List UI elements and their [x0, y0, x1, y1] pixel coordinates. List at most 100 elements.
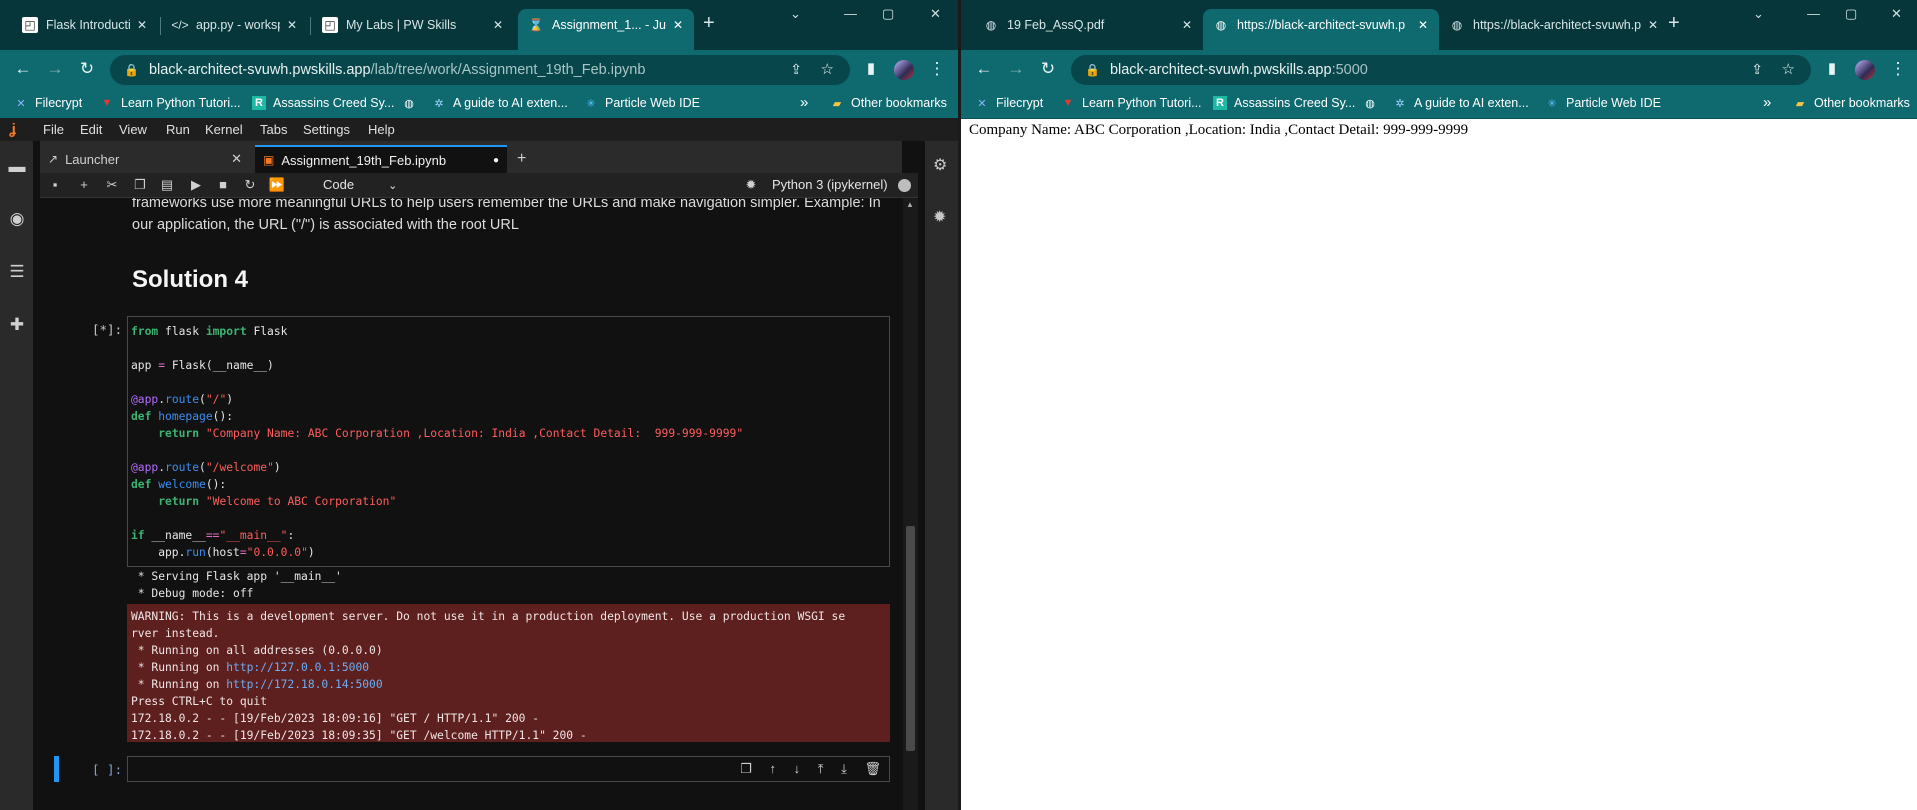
browser-tab[interactable]: ◍ 19 Feb_AssQ.pdf ✕ — [973, 9, 1203, 41]
unsaved-dot-icon[interactable]: ● — [493, 155, 499, 166]
reload-icon[interactable]: ↻ — [1037, 59, 1059, 79]
bookmark-item[interactable]: R Assassins Creed Sy... — [252, 96, 394, 110]
close-window-button[interactable]: ✕ — [1891, 6, 1902, 22]
insert-below-icon[interactable]: ⤓ — [841, 761, 847, 776]
copy-icon[interactable]: ❐ — [131, 177, 149, 193]
scroll-up-arrow-icon[interactable]: ▲ — [906, 200, 914, 209]
property-inspector-gear-icon[interactable]: ⚙ — [933, 155, 947, 175]
bookmark-item[interactable]: ◍ — [1363, 96, 1384, 110]
menu-kernel[interactable]: Kernel — [205, 122, 243, 137]
close-tab-icon[interactable]: ✕ — [1647, 18, 1659, 32]
move-up-icon[interactable]: ↑ — [769, 761, 776, 776]
avatar[interactable] — [1855, 60, 1875, 80]
minimize-button[interactable]: — — [1807, 6, 1820, 21]
code-cell[interactable]: from flask import Flask app = Flask(__na… — [127, 316, 890, 567]
maximize-button[interactable]: ▢ — [1845, 6, 1857, 22]
insert-above-icon[interactable]: ⤒ — [818, 761, 824, 776]
bookmark-item[interactable]: ✲ A guide to AI exten... — [432, 96, 567, 110]
menu-run[interactable]: Run — [166, 122, 190, 137]
debugger-bug-icon[interactable]: ✹ — [933, 207, 946, 227]
bookmark-item[interactable]: ▼ Learn Python Tutori... — [1061, 96, 1202, 110]
cut-icon[interactable]: ✂ — [103, 177, 121, 193]
side-panel-icon[interactable]: ▮ — [860, 59, 882, 77]
fast-forward-icon[interactable]: ⏩ — [268, 177, 286, 193]
close-tab-icon[interactable]: ✕ — [136, 18, 148, 32]
bookmark-star-icon[interactable]: ☆ — [821, 60, 834, 78]
minimize-button[interactable]: — — [844, 6, 857, 21]
browser-tab-active[interactable]: ⌛ Assignment_1... - Ju ✕ — [518, 9, 694, 50]
close-window-button[interactable]: ✕ — [930, 6, 941, 22]
menu-tabs[interactable]: Tabs — [260, 122, 287, 137]
paste-icon[interactable]: ▤ — [158, 177, 176, 193]
close-tab-icon[interactable]: ✕ — [231, 151, 242, 167]
maximize-button[interactable]: ▢ — [882, 6, 894, 22]
bookmark-item[interactable]: ✕ Filecrypt — [14, 96, 82, 110]
menu-edit[interactable]: Edit — [80, 122, 102, 137]
menu-settings[interactable]: Settings — [303, 122, 350, 137]
scroll-thumb[interactable] — [906, 526, 915, 751]
browser-tab-active[interactable]: ◍ https://black-architect-svuwh.p ✕ — [1203, 9, 1439, 50]
table-of-contents-icon[interactable]: ☰ — [7, 262, 27, 282]
debug-bug-icon[interactable]: ✹ — [742, 177, 760, 193]
close-tab-icon[interactable]: ✕ — [286, 18, 298, 32]
side-panel-icon[interactable]: ▮ — [1821, 59, 1843, 77]
close-tab-icon[interactable]: ✕ — [672, 18, 684, 32]
bookmark-item[interactable]: ◍ — [402, 96, 423, 110]
forward-icon[interactable]: → — [1005, 59, 1027, 79]
address-bar[interactable]: 🔒 black-architect-svuwh.pwskills.app/lab… — [110, 55, 850, 85]
other-bookmarks[interactable]: ▰ Other bookmarks — [1793, 96, 1910, 110]
server-link[interactable]: http://127.0.0.1:5000 — [226, 661, 369, 674]
browser-tab[interactable]: </> app.py - workspace ✕ — [162, 9, 308, 41]
bookmark-item[interactable]: ▼ Learn Python Tutori... — [100, 96, 241, 110]
close-tab-icon[interactable]: ✕ — [1181, 18, 1193, 32]
restart-icon[interactable]: ↻ — [241, 177, 259, 193]
tab-notebook[interactable]: ▣ Assignment_19th_Feb.ipynb ● — [255, 145, 507, 173]
extension-puzzle-icon[interactable]: ✚ — [7, 315, 27, 335]
tab-search-icon[interactable]: ⌄ — [790, 6, 801, 22]
menu-kebab-icon[interactable]: ⋮ — [926, 59, 948, 79]
other-bookmarks[interactable]: ▰ Other bookmarks — [830, 96, 947, 110]
kernel-name[interactable]: Python 3 (ipykernel) — [772, 177, 888, 192]
more-bookmarks-icon[interactable]: » — [1763, 94, 1771, 111]
menu-help[interactable]: Help — [368, 122, 395, 137]
bookmark-star-icon[interactable]: ☆ — [1782, 60, 1795, 78]
duplicate-cell-icon[interactable]: ❐ — [740, 761, 752, 776]
save-icon[interactable]: ▪ — [46, 177, 64, 192]
code-editor[interactable]: from flask import Flask app = Flask(__na… — [131, 323, 743, 561]
delete-cell-icon[interactable]: 🗑 — [864, 761, 881, 776]
address-bar[interactable]: 🔒 black-architect-svuwh.pwskills.app:500… — [1071, 55, 1811, 85]
bookmark-item[interactable]: ✳ Particle Web IDE — [1545, 96, 1661, 110]
stop-icon[interactable]: ■ — [214, 177, 232, 192]
server-link[interactable]: http://172.18.0.14:5000 — [226, 678, 382, 691]
close-tab-icon[interactable]: ✕ — [1417, 18, 1429, 32]
bookmark-item[interactable]: ✳ Particle Web IDE — [584, 96, 700, 110]
forward-icon[interactable]: → — [44, 59, 66, 79]
folder-icon[interactable]: ▬ — [7, 157, 27, 177]
menu-kebab-icon[interactable]: ⋮ — [1887, 59, 1909, 79]
run-icon[interactable]: ▶ — [187, 177, 205, 193]
tab-launcher[interactable]: ↗ Launcher ✕ — [40, 145, 250, 173]
browser-tab[interactable]: ◰ My Labs | PW Skills ✕ — [312, 9, 514, 41]
bookmark-item[interactable]: ✲ A guide to AI exten... — [1393, 96, 1528, 110]
bookmark-item[interactable]: ✕ Filecrypt — [975, 96, 1043, 110]
more-bookmarks-icon[interactable]: » — [800, 94, 808, 111]
new-tab-button[interactable]: + — [703, 12, 715, 35]
reload-icon[interactable]: ↻ — [76, 59, 98, 79]
avatar[interactable] — [894, 60, 914, 80]
browser-tab[interactable]: ◰ Flask Introduction, A ✕ — [12, 9, 158, 41]
menu-view[interactable]: View — [119, 122, 147, 137]
share-icon[interactable]: ⇪ — [790, 61, 802, 78]
insert-cell-icon[interactable]: + — [75, 177, 93, 192]
new-tab-button[interactable]: + — [1668, 12, 1680, 35]
notebook-scrollbar[interactable]: ▲ — [903, 198, 918, 810]
menu-file[interactable]: File — [43, 122, 64, 137]
cell-type-select[interactable]: Code ⌄ — [323, 177, 397, 192]
move-down-icon[interactable]: ↓ — [794, 761, 801, 776]
bookmark-item[interactable]: R Assassins Creed Sy... — [1213, 96, 1355, 110]
browser-tab[interactable]: ◍ https://black-architect-svuwh.p ✕ — [1439, 9, 1669, 41]
back-icon[interactable]: ← — [12, 59, 34, 79]
close-tab-icon[interactable]: ✕ — [492, 18, 504, 32]
tab-search-icon[interactable]: ⌄ — [1753, 6, 1764, 22]
share-icon[interactable]: ⇪ — [1751, 61, 1763, 78]
empty-code-cell[interactable]: ❐ ↑ ↓ ⤒ ⤓ 🗑 — [127, 756, 890, 782]
